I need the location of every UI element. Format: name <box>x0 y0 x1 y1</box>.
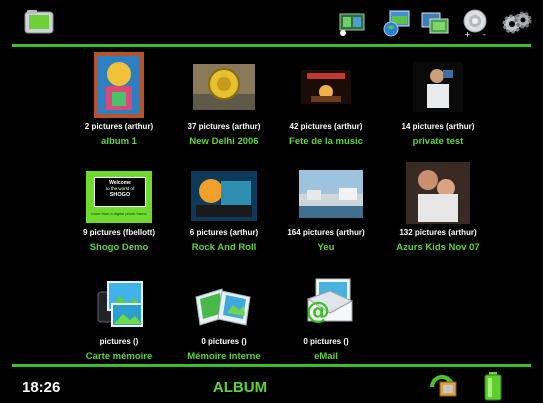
clock: 18:26 <box>22 379 61 396</box>
screen-title: ALBUM <box>212 379 268 396</box>
album-count: pictures () <box>99 337 139 346</box>
slideshow-icon[interactable] <box>337 8 367 38</box>
album-name: Azurs Kids Nov 07 <box>396 242 480 253</box>
album-count: 42 pictures (arthur) <box>289 122 363 131</box>
internal-memory-icon <box>195 288 251 326</box>
album-thumbnail <box>413 62 463 112</box>
album-tile[interactable]: 164 pictures (arthur) Yeu <box>266 165 386 265</box>
top-toolbar: + - <box>0 0 543 44</box>
svg-text:+: + <box>464 30 471 38</box>
album-screen: + - 2 pictures (arthur) album 1 37 pictu… <box>0 0 543 403</box>
album-thumbnail <box>301 70 351 104</box>
album-name: Yeu <box>317 242 335 253</box>
album-name: Fete de la music <box>289 136 363 147</box>
album-count: 9 pictures (fbellott) <box>82 228 155 237</box>
battery-icon <box>484 372 502 401</box>
album-thumbnail: Welcome to the world of SHOGO more than … <box>86 171 152 223</box>
album-name: Shogo Demo <box>89 242 149 253</box>
memory-card-icon <box>97 281 143 327</box>
volume-icon[interactable]: + - <box>461 8 491 38</box>
album-thumbnail <box>94 52 144 118</box>
globe-photo-icon[interactable] <box>382 8 412 38</box>
album-count: 0 pictures () <box>303 337 349 346</box>
svg-text:-: - <box>483 30 486 38</box>
svg-text:@: @ <box>306 297 330 325</box>
thumbnail-tagline: more than a digital photo frame <box>91 211 147 216</box>
album-count: 164 pictures (arthur) <box>287 228 365 237</box>
album-name: Carte mémoire <box>85 351 153 362</box>
top-divider <box>12 44 531 47</box>
settings-icon[interactable] <box>502 8 532 38</box>
album-tile[interactable]: Welcome to the world of SHOGO more than … <box>59 165 179 265</box>
album-tile[interactable]: pictures () Carte mémoire <box>59 275 179 365</box>
album-tile[interactable]: 42 pictures (arthur) Fete de la music <box>266 52 386 152</box>
album-count: 2 pictures (arthur) <box>84 122 154 131</box>
album-tile[interactable]: 14 pictures (arthur) private test <box>378 52 498 152</box>
album-thumbnail <box>299 170 363 218</box>
album-name: private test <box>412 136 464 147</box>
thumbnail-brand: SHOGO <box>109 192 131 198</box>
album-tile[interactable]: 132 pictures (arthur) Azurs Kids Nov 07 <box>378 162 498 265</box>
album-thumbnail <box>193 64 255 110</box>
album-name: eMail <box>314 351 338 362</box>
album-count: 132 pictures (arthur) <box>399 228 477 237</box>
album-thumbnail <box>191 171 257 221</box>
thumbnail-welcome-box: Welcome to the world of SHOGO <box>94 177 146 207</box>
album-count: 14 pictures (arthur) <box>401 122 475 131</box>
album-name: album 1 <box>101 136 137 147</box>
album-folder-icon[interactable] <box>24 9 54 35</box>
bottom-divider <box>12 364 531 367</box>
album-tile[interactable]: 2 pictures (arthur) album 1 <box>59 52 179 152</box>
email-icon: @ <box>306 278 354 325</box>
album-tile[interactable]: @ 0 pictures () eMail <box>266 275 386 365</box>
sync-icon[interactable] <box>428 374 460 400</box>
transfer-icon[interactable] <box>420 8 450 38</box>
album-thumbnail <box>406 162 470 224</box>
